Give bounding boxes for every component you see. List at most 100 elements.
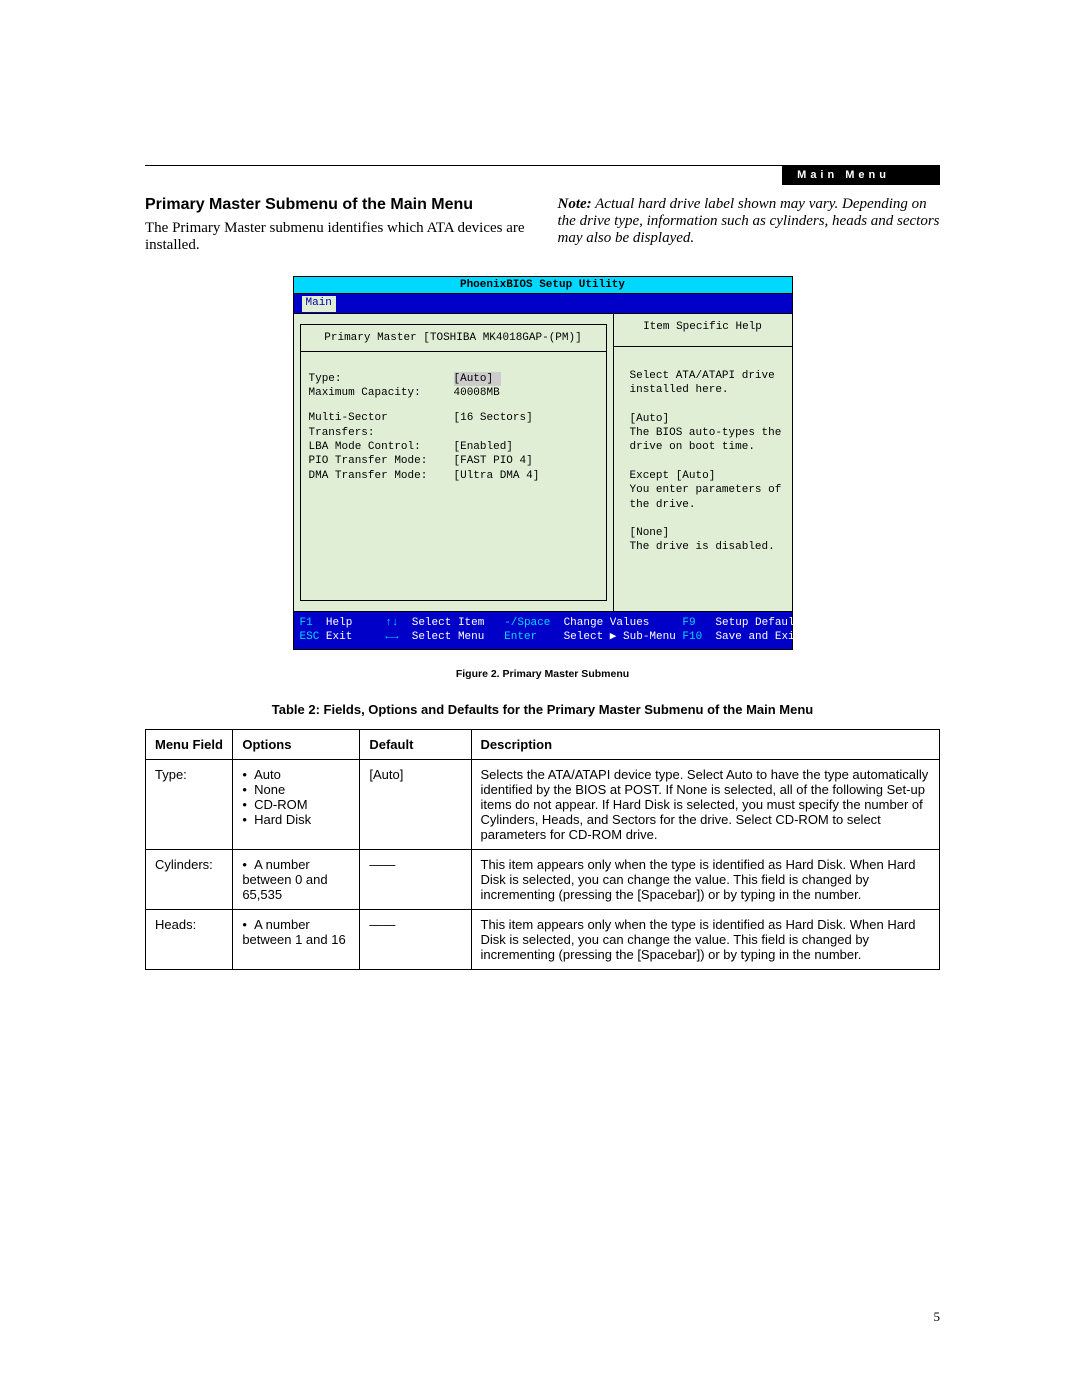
cell-options: A number between 1 and 16	[233, 910, 360, 970]
bios-field-row: Multi-Sector Transfers:[16 Sectors]	[309, 411, 598, 440]
table-title: Table 2: Fields, Options and Defaults fo…	[145, 702, 940, 717]
bios-left-pane: Primary Master [TOSHIBA MK4018GAP-(PM)] …	[294, 314, 614, 611]
bios-title: PhoenixBIOS Setup Utility	[294, 277, 792, 294]
bios-footer-text: Select Menu	[412, 630, 504, 644]
cell-description: This item appears only when the type is …	[471, 850, 939, 910]
cell-menu-field: Cylinders:	[146, 850, 233, 910]
bios-footer-text: Select ▶ Sub-Menu	[564, 630, 683, 644]
bios-footer-text: Help	[326, 616, 385, 630]
cell-menu-field: Heads:	[146, 910, 233, 970]
bios-footer-key: ←→	[385, 630, 411, 644]
intro-body: The Primary Master submenu identifies wh…	[145, 220, 528, 254]
bios-field-label: Maximum Capacity:	[309, 386, 454, 400]
page: Main Menu Primary Master Submenu of the …	[0, 0, 1080, 1397]
bios-help-line: drive on boot time.	[630, 440, 782, 454]
cell-description: Selects the ATA/ATAPI device type. Selec…	[471, 760, 939, 850]
bios-help-line: Except [Auto]	[630, 469, 782, 483]
bios-field-value: 40008MB	[454, 386, 500, 400]
option-item: None	[242, 782, 350, 797]
bios-help-line: the drive.	[630, 498, 782, 512]
cell-default: [Auto]	[360, 760, 471, 850]
option-item: A number between 1 and 16	[242, 917, 350, 947]
table-row: Cylinders:A number between 0 and 65,535—…	[146, 850, 940, 910]
bios-right-pane: Item Specific Help Select ATA/ATAPI driv…	[614, 314, 792, 611]
th-default: Default	[360, 730, 471, 760]
note-body: Actual hard drive label shown may vary. …	[558, 196, 940, 246]
header-rule: Main Menu	[145, 165, 940, 166]
bios-field-label: Type:	[309, 372, 454, 386]
bios-help-line: [None]	[630, 526, 782, 540]
bios-fields: Type:[Auto]Maximum Capacity:40008MBMulti…	[300, 351, 607, 601]
bios-body: Primary Master [TOSHIBA MK4018GAP-(PM)] …	[294, 314, 792, 612]
bios-field-row: LBA Mode Control:[Enabled]	[309, 440, 598, 454]
bios-footer-key: -/Space	[504, 616, 563, 630]
bios-help-line: Select ATA/ATAPI drive	[630, 369, 782, 383]
intro-left-col: Primary Master Submenu of the Main Menu …	[145, 196, 528, 254]
bios-help-line: [Auto]	[630, 412, 782, 426]
bios-menubar: Main	[294, 294, 792, 313]
bios-footer-key: ↑↓	[385, 616, 411, 630]
bios-footer-key: F9	[682, 616, 715, 630]
options-thead: Menu Field Options Default Description	[146, 730, 940, 760]
option-item: CD-ROM	[242, 797, 350, 812]
bios-field-label: LBA Mode Control:	[309, 440, 454, 454]
option-item: Hard Disk	[242, 812, 350, 827]
options-tbody: Type:AutoNoneCD-ROMHard Disk[Auto]Select…	[146, 760, 940, 970]
bios-help-line: The drive is disabled.	[630, 540, 782, 554]
bios-footer-key: Enter	[504, 630, 563, 644]
cell-default: ——	[360, 910, 471, 970]
bios-field-row: Maximum Capacity:40008MB	[309, 386, 598, 400]
header-badge: Main Menu	[782, 165, 940, 185]
cell-description: This item appears only when the type is …	[471, 910, 939, 970]
bios-field-value: [Auto]	[454, 372, 502, 386]
bios-footer-text: Change Values	[564, 616, 683, 630]
bios-tab-main: Main	[302, 296, 336, 311]
bios-field-row: DMA Transfer Mode:[Ultra DMA 4]	[309, 469, 598, 483]
bios-field-value: [16 Sectors]	[454, 411, 533, 440]
section-title: Primary Master Submenu of the Main Menu	[145, 196, 528, 214]
cell-options: AutoNoneCD-ROMHard Disk	[233, 760, 360, 850]
option-item: A number between 0 and 65,535	[242, 857, 350, 902]
bios-field-label: PIO Transfer Mode:	[309, 454, 454, 468]
bios-footer-text: Select Item	[412, 616, 504, 630]
table-row: Type:AutoNoneCD-ROMHard Disk[Auto]Select…	[146, 760, 940, 850]
bios-field-label: Multi-Sector Transfers:	[309, 411, 454, 440]
th-menu-field: Menu Field	[146, 730, 233, 760]
bios-footer-text: Setup Defaults	[715, 616, 807, 630]
note-label: Note:	[558, 196, 592, 212]
bios-help-line	[630, 512, 782, 526]
bios-field-row: Type:[Auto]	[309, 372, 598, 386]
bios-footer-row1: F1 Help ↑↓ Select Item -/Space Change Va…	[300, 616, 786, 630]
bios-footer-text: Exit	[326, 630, 385, 644]
figure-caption: Figure 2. Primary Master Submenu	[145, 668, 940, 680]
cell-options: A number between 0 and 65,535	[233, 850, 360, 910]
th-options: Options	[233, 730, 360, 760]
bios-footer-key: ESC	[300, 630, 326, 644]
bios-help: Select ATA/ATAPI driveinstalled here. [A…	[614, 347, 792, 609]
bios-footer-row2: ESC Exit ←→ Select Menu Enter Select ▶ S…	[300, 630, 786, 644]
bios-left-header: Primary Master [TOSHIBA MK4018GAP-(PM)]	[300, 324, 607, 351]
bios-field-value: [Ultra DMA 4]	[454, 469, 540, 483]
bios-field-row: PIO Transfer Mode:[FAST PIO 4]	[309, 454, 598, 468]
option-item: Auto	[242, 767, 350, 782]
bios-screen: PhoenixBIOS Setup Utility Main Primary M…	[293, 276, 793, 650]
bios-right-header: Item Specific Help	[614, 314, 792, 347]
th-description: Description	[471, 730, 939, 760]
bios-footer: F1 Help ↑↓ Select Item -/Space Change Va…	[294, 612, 792, 650]
intro-columns: Primary Master Submenu of the Main Menu …	[145, 196, 940, 254]
bios-footer-key: F1	[300, 616, 326, 630]
bios-field-value: [FAST PIO 4]	[454, 454, 533, 468]
bios-footer-key: F10	[682, 630, 715, 644]
bios-field-value: [Enabled]	[454, 440, 513, 454]
bios-help-line: You enter parameters of	[630, 483, 782, 497]
bios-footer-text: Save and Exit	[715, 630, 807, 644]
bios-field-label: DMA Transfer Mode:	[309, 469, 454, 483]
cell-menu-field: Type:	[146, 760, 233, 850]
page-number: 5	[934, 1309, 941, 1325]
options-table: Menu Field Options Default Description T…	[145, 729, 940, 970]
table-row: Heads: A number between 1 and 16 ——This it…	[146, 910, 940, 970]
bios-help-line: The BIOS auto-types the	[630, 426, 782, 440]
cell-default: ——	[360, 850, 471, 910]
intro-right-col: Note: Actual hard drive label shown may …	[558, 196, 941, 254]
bios-help-line	[630, 397, 782, 411]
